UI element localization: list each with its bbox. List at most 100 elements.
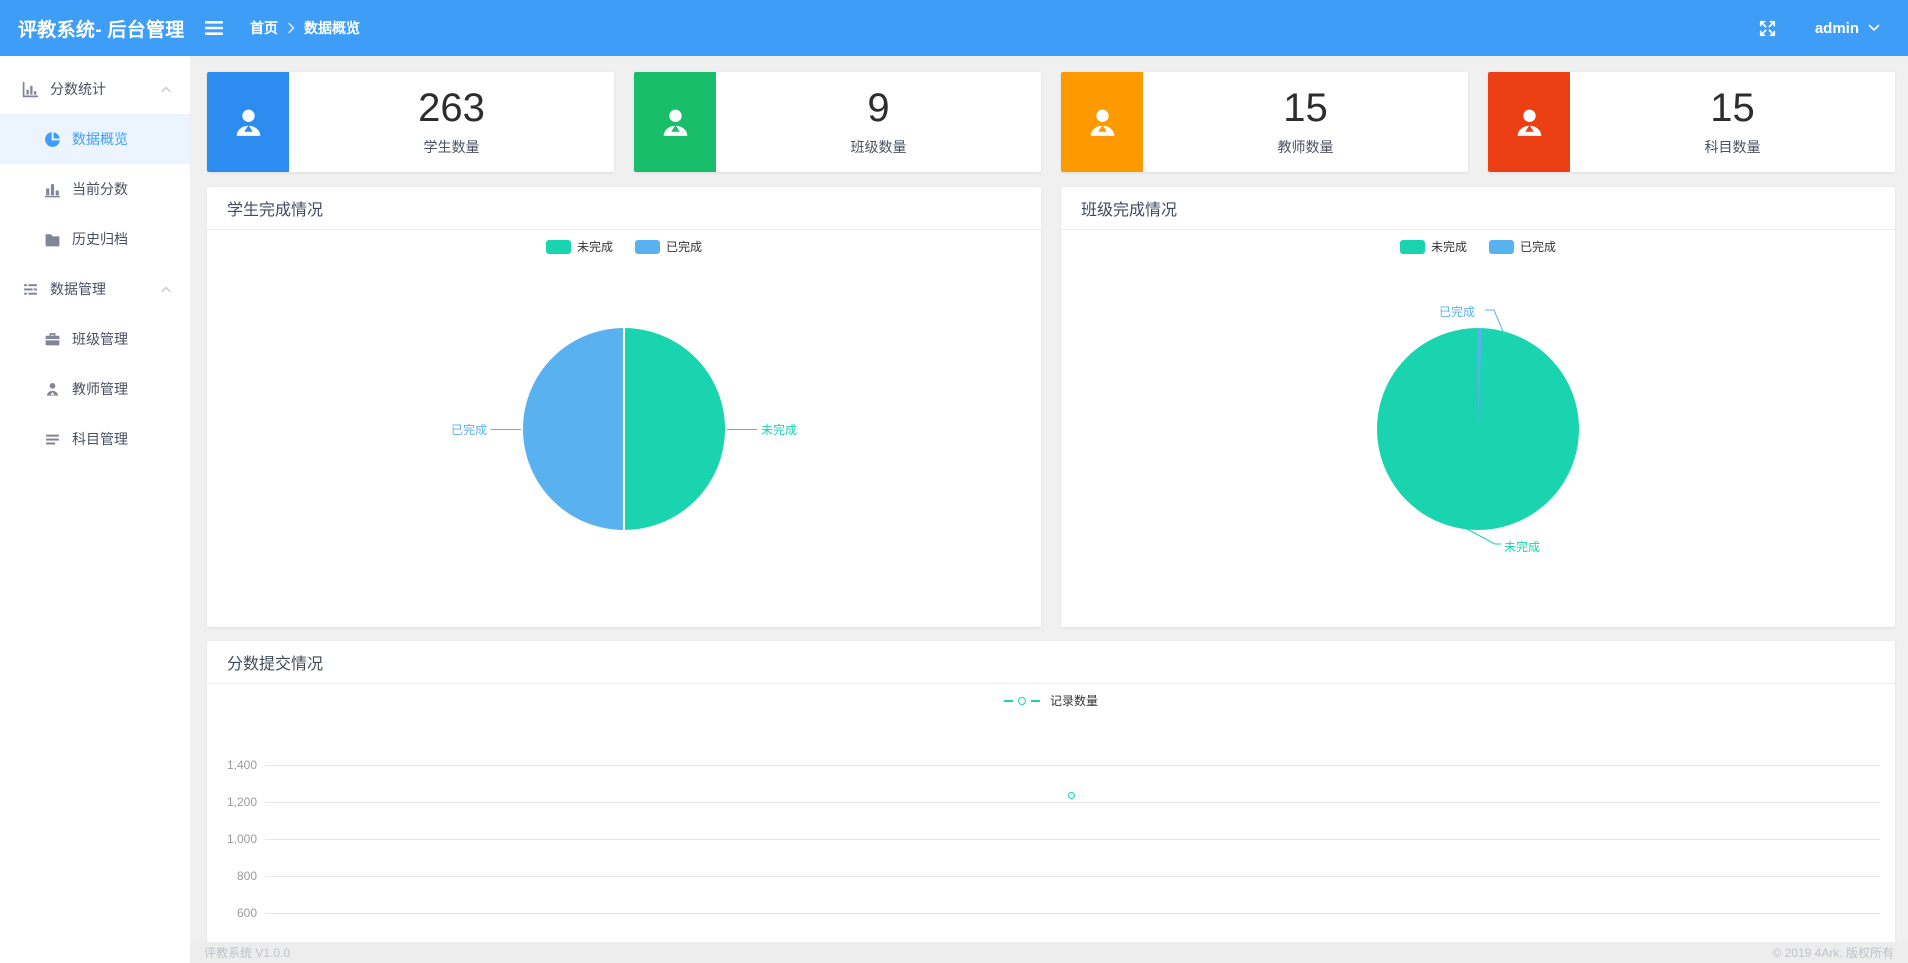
sidebar-section-label: 分数统计	[50, 81, 106, 97]
class-completion-card: 班级完成情况 未完成 已完成 已完成 未完成	[1061, 187, 1895, 627]
label-leader-line	[727, 429, 757, 430]
score-submission-chart: 记录数量 1,4001,2001,000800600400	[207, 684, 1895, 963]
chart-title: 班级完成情况	[1061, 187, 1895, 230]
legend-item[interactable]: 已完成	[635, 238, 702, 255]
sidebar-item-label: 科目管理	[72, 431, 128, 447]
teachers-count-label: 教师数量	[1277, 138, 1334, 155]
bar-chart-icon	[22, 81, 39, 98]
app-title: 评教系统- 后台管理	[18, 19, 185, 41]
breadcrumb: 首页 数据概览	[250, 18, 360, 38]
students-count: 263	[418, 85, 485, 130]
briefcase-icon	[44, 331, 61, 348]
sidebar-item-current-scores[interactable]: 当前分数	[0, 164, 190, 214]
chevron-up-icon	[160, 285, 172, 294]
sidebar-section-score-stats[interactable]: 分数统计	[0, 64, 190, 114]
sidebar-item-label: 当前分数	[72, 181, 128, 197]
grid-line	[265, 765, 1880, 766]
grid-line	[265, 913, 1880, 914]
chart-legend: 记录数量	[207, 684, 1895, 709]
user-menu[interactable]: admin	[1815, 20, 1880, 37]
pie-slice-label: 未完成	[1504, 540, 1541, 554]
legend-swatch	[635, 239, 660, 254]
students-count-label: 学生数量	[423, 138, 480, 155]
pie-slice-label: 已完成	[450, 423, 487, 437]
student-completion-chart: 未完成 已完成 已完成 未完成	[207, 230, 1041, 626]
pie-chart[interactable]	[1377, 328, 1579, 530]
y-axis-tick: 600	[236, 906, 257, 920]
stats-row: 263 学生数量 9 班级数量 15 教师数量 15 科目数量	[207, 72, 1895, 172]
pie-slice-label: 未完成	[761, 423, 798, 437]
grid-line	[265, 839, 1880, 840]
class-completion-chart: 未完成 已完成 已完成 未完成	[1061, 230, 1895, 626]
chevron-down-icon	[1868, 24, 1880, 32]
column-chart-icon	[44, 181, 61, 198]
line-plot: 1,4001,2001,000800600400	[217, 758, 1895, 963]
pie-chart[interactable]	[523, 328, 725, 530]
main-row: 分数统计 数据概览 当前分数 历史归档 数据管理 班级管理 教师管理 科目管理 …	[0, 56, 1908, 963]
sidebar-item-data-overview[interactable]: 数据概览	[0, 114, 190, 164]
legend-item[interactable]: 未完成	[545, 238, 613, 255]
teachers-count: 15	[1283, 85, 1328, 130]
legend-circle-marker	[1017, 696, 1026, 705]
hamburger-icon[interactable]	[204, 20, 224, 36]
line-data-point[interactable]	[1068, 791, 1075, 799]
content-area: 263 学生数量 9 班级数量 15 教师数量 15 科目数量 学生完成情况 未…	[190, 56, 1908, 963]
list-lines-icon	[22, 281, 39, 298]
chart-title: 分数提交情况	[207, 641, 1895, 684]
app-root: 评教系统- 后台管理 首页 数据概览 admin 分数统计 数据概览 当前分数 …	[0, 0, 1908, 963]
sidebar-item-history-archive[interactable]: 历史归档	[0, 214, 190, 264]
label-leader-line	[491, 429, 521, 430]
stat-card-subjects: 15 科目数量	[1488, 72, 1895, 172]
pie-slice-label: 已完成	[1439, 305, 1476, 319]
subjects-list-icon	[44, 431, 61, 448]
grid-line	[265, 802, 1880, 803]
legend-line-marker	[1003, 699, 1013, 702]
stat-card-students: 263 学生数量	[207, 72, 614, 172]
person-icon	[1488, 72, 1570, 172]
y-axis-tick: 800	[236, 869, 257, 883]
subjects-count-label: 科目数量	[1704, 138, 1761, 155]
chart-legend: 未完成 已完成	[1061, 238, 1895, 255]
footer-version: 评教系统 V1.0.0	[204, 946, 291, 960]
y-axis-tick: 1,400	[226, 758, 257, 772]
label-leader-line	[1485, 309, 1505, 335]
classes-count-label: 班级数量	[850, 138, 907, 155]
legend-item[interactable]: 记录数量	[1003, 692, 1098, 709]
y-axis-tick: 1,000	[226, 832, 257, 846]
person-icon	[207, 72, 289, 172]
footer: 评教系统 V1.0.0 © 2019 4Ark. 版权所有	[190, 942, 1908, 963]
footer-copyright: © 2019 4Ark. 版权所有	[1772, 946, 1894, 960]
breadcrumb-home[interactable]: 首页	[250, 18, 278, 38]
y-axis-tick: 1,200	[226, 795, 257, 809]
legend-item[interactable]: 已完成	[1489, 238, 1556, 255]
sidebar-item-subject-management[interactable]: 科目管理	[0, 414, 190, 464]
chevron-up-icon	[160, 85, 172, 94]
stat-card-classes: 9 班级数量	[634, 72, 1041, 172]
person-icon	[1061, 72, 1143, 172]
legend-swatch	[545, 239, 571, 254]
user-name: admin	[1814, 19, 1859, 37]
legend-item[interactable]: 未完成	[1399, 238, 1467, 255]
person-icon	[44, 381, 61, 398]
stat-card-teachers: 15 教师数量	[1061, 72, 1468, 172]
legend-swatch	[1399, 239, 1425, 254]
chevron-right-icon	[287, 22, 295, 34]
breadcrumb-current: 数据概览	[304, 20, 360, 36]
sidebar-section-label: 数据管理	[50, 281, 106, 297]
sidebar-item-label: 历史归档	[72, 231, 128, 247]
student-completion-card: 学生完成情况 未完成 已完成 已完成 未完成	[207, 187, 1041, 627]
sidebar: 分数统计 数据概览 当前分数 历史归档 数据管理 班级管理 教师管理 科目管理	[0, 56, 190, 963]
sidebar-item-label: 数据概览	[72, 131, 128, 147]
top-header: 评教系统- 后台管理 首页 数据概览 admin	[0, 0, 1908, 56]
sidebar-item-label: 教师管理	[72, 381, 128, 397]
classes-count: 9	[867, 85, 890, 130]
archive-folder-icon	[44, 231, 61, 248]
label-leader-line	[1464, 527, 1501, 545]
sidebar-section-data-management[interactable]: 数据管理	[0, 264, 190, 314]
sidebar-item-class-management[interactable]: 班级管理	[0, 314, 190, 364]
score-submission-card: 分数提交情况 记录数量 1,4001,2001,000800600400	[207, 641, 1895, 963]
pie-chart-icon	[44, 131, 61, 148]
fullscreen-icon[interactable]	[1758, 19, 1777, 38]
sidebar-item-teacher-management[interactable]: 教师管理	[0, 364, 190, 414]
subjects-count: 15	[1710, 85, 1755, 130]
